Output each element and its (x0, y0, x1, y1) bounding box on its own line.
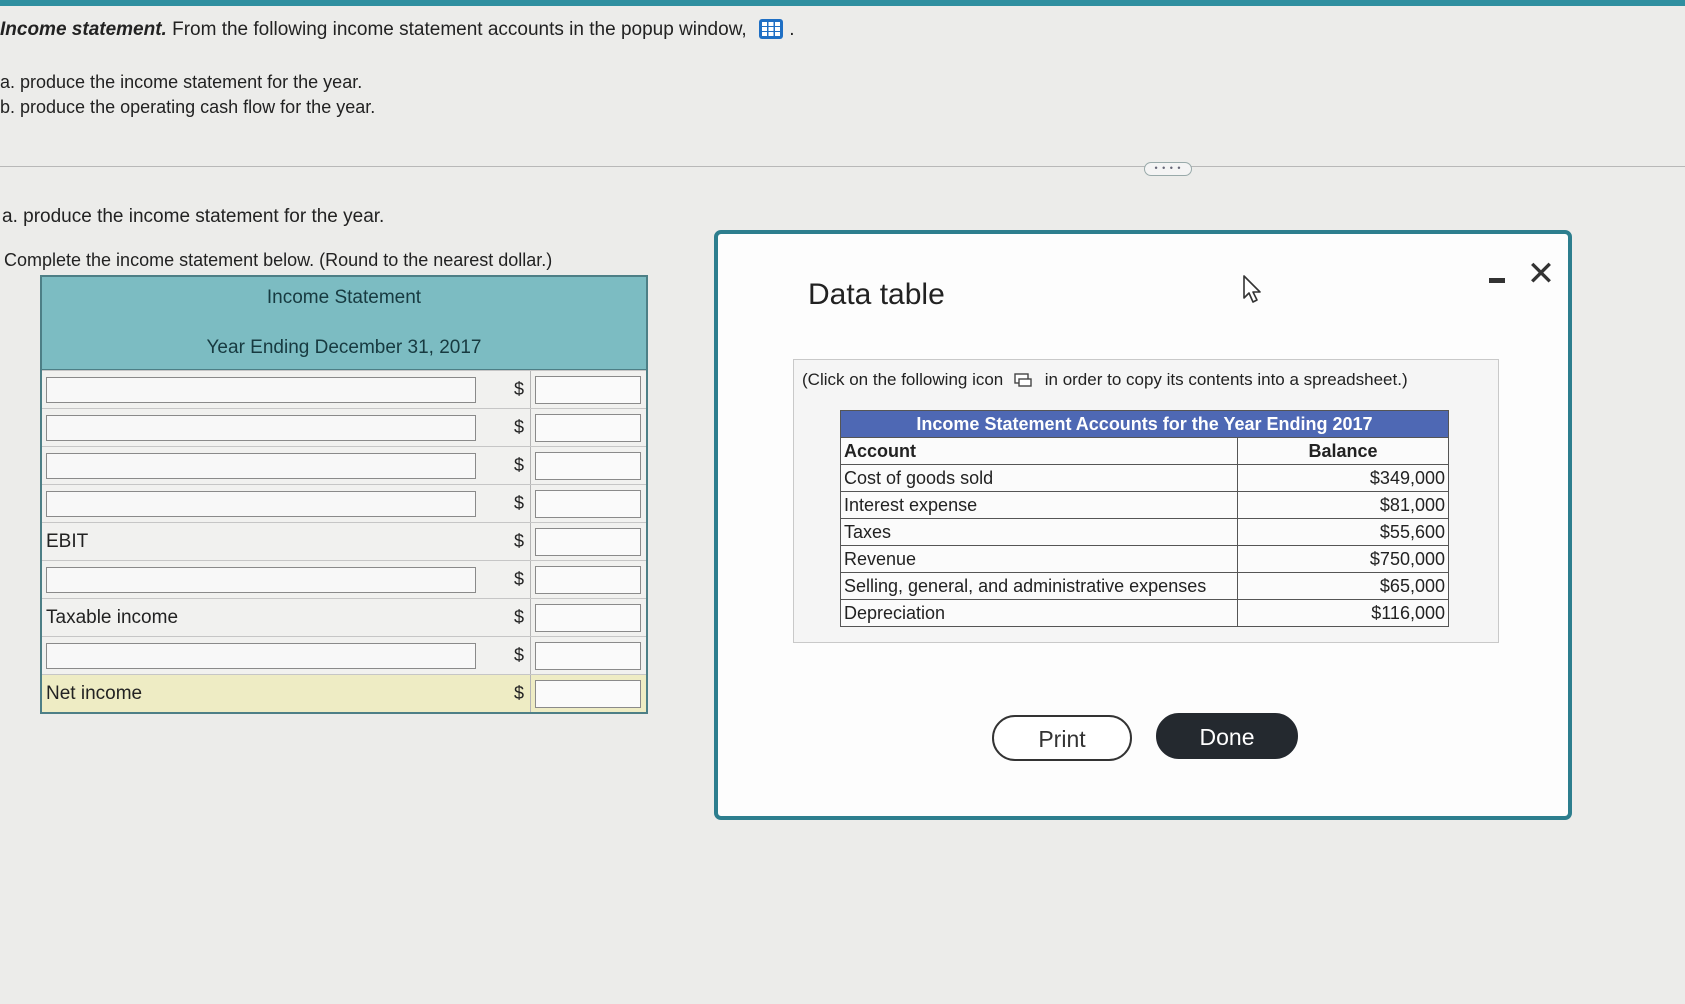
table-row: $ (42, 408, 646, 446)
section-divider (0, 166, 1685, 167)
taxable-income-label: Taxable income (46, 606, 179, 628)
mouse-pointer-icon (1242, 274, 1264, 309)
account-balance: $81,000 (1237, 491, 1449, 519)
section-a-heading: a. produce the income statement for the … (2, 206, 385, 227)
table-row: $ (42, 484, 646, 522)
account-name: Cost of goods sold (840, 464, 1238, 492)
amount-input-1[interactable] (535, 375, 641, 404)
account-select-4[interactable] (46, 490, 476, 517)
table-row: $ (42, 560, 646, 598)
minimize-button[interactable] (1485, 267, 1509, 291)
close-icon: ✕ (1526, 255, 1556, 293)
table-row: $ (42, 370, 646, 408)
question-body: From the following income statement acco… (172, 19, 747, 40)
column-header-account: Account (840, 437, 1238, 465)
table-header-row: Account Balance (840, 437, 1449, 465)
account-name: Selling, general, and administrative exp… (840, 572, 1238, 600)
ebit-amount-input[interactable] (535, 527, 641, 556)
accounts-data-table: Income Statement Accounts for the Year E… (840, 410, 1449, 627)
table-row: $ (42, 636, 646, 674)
minimize-icon (1489, 278, 1505, 283)
copy-instruction: (Click on the following icon in order to… (802, 370, 1408, 389)
account-select-2[interactable] (46, 414, 476, 441)
question-part-a: a. produce the income statement for the … (0, 72, 363, 92)
data-table-container: (Click on the following icon in order to… (793, 359, 1499, 643)
table-row: Taxes $55,600 (840, 518, 1449, 546)
table-row: Depreciation $116,000 (840, 599, 1449, 627)
account-balance: $750,000 (1237, 545, 1449, 573)
table-row: Cost of goods sold $349,000 (840, 464, 1449, 492)
accounts-table-caption: Income Statement Accounts for the Year E… (840, 410, 1449, 438)
currency-symbol: $ (513, 417, 524, 437)
table-row-ebit: EBIT $ (42, 522, 646, 560)
account-name: Depreciation (840, 599, 1238, 627)
question-part-b: b. produce the operating cash flow for t… (0, 97, 376, 117)
table-row-taxable-income: Taxable income $ (42, 598, 646, 636)
amount-input-2[interactable] (535, 413, 641, 442)
account-select-5[interactable] (46, 566, 476, 593)
expand-handle[interactable]: • • • • (1144, 162, 1192, 176)
amount-input-4[interactable] (535, 489, 641, 518)
currency-symbol: $ (513, 493, 524, 513)
account-select-3[interactable] (46, 452, 476, 479)
popup-title: Data table (808, 278, 945, 311)
table-row: Selling, general, and administrative exp… (840, 572, 1449, 600)
copy-to-spreadsheet-icon[interactable] (1014, 372, 1032, 387)
instruction-text: Complete the income statement below. (Ro… (4, 250, 553, 270)
account-name: Taxes (840, 518, 1238, 546)
account-select-6[interactable] (46, 642, 476, 669)
top-accent-bar (0, 0, 1685, 6)
currency-symbol: $ (513, 531, 524, 551)
close-button[interactable]: ✕ (1526, 257, 1556, 291)
table-row: $ (42, 446, 646, 484)
currency-symbol: $ (513, 645, 524, 665)
account-balance: $349,000 (1237, 464, 1449, 492)
account-name: Revenue (840, 545, 1238, 573)
currency-symbol: $ (513, 379, 524, 399)
taxable-income-amount-input[interactable] (535, 603, 641, 632)
table-row: Revenue $750,000 (840, 545, 1449, 573)
table-row: Interest expense $81,000 (840, 491, 1449, 519)
net-income-amount-input[interactable] (535, 679, 641, 708)
print-button[interactable]: Print (992, 715, 1132, 761)
account-select-1[interactable] (46, 376, 476, 403)
account-balance: $65,000 (1237, 572, 1449, 600)
currency-symbol: $ (513, 455, 524, 475)
account-balance: $55,600 (1237, 518, 1449, 546)
income-statement-title: Income Statement (266, 287, 422, 308)
net-income-label: Net income (46, 682, 143, 704)
account-name: Interest expense (840, 491, 1238, 519)
data-table-popup: Data table ✕ (Click on the following ico… (714, 230, 1572, 820)
amount-input-6[interactable] (535, 641, 641, 670)
income-statement-period: Year Ending December 31, 2017 (206, 337, 482, 358)
ebit-label: EBIT (46, 530, 89, 552)
amount-input-3[interactable] (535, 451, 641, 480)
column-header-balance: Balance (1237, 437, 1449, 465)
income-statement-table: Income Statement Year Ending December 31… (40, 275, 648, 714)
table-row-net-income: Net income $ (42, 674, 646, 712)
amount-input-5[interactable] (535, 565, 641, 594)
currency-symbol: $ (513, 683, 524, 703)
account-balance: $116,000 (1237, 599, 1449, 627)
question-title: Income statement. (0, 19, 167, 40)
question-text: Income statement. From the following inc… (0, 18, 795, 40)
income-statement-header: Income Statement Year Ending December 31… (42, 277, 646, 370)
done-button[interactable]: Done (1156, 713, 1298, 759)
data-table-grid-icon[interactable] (758, 18, 784, 40)
currency-symbol: $ (513, 607, 524, 627)
currency-symbol: $ (513, 569, 524, 589)
